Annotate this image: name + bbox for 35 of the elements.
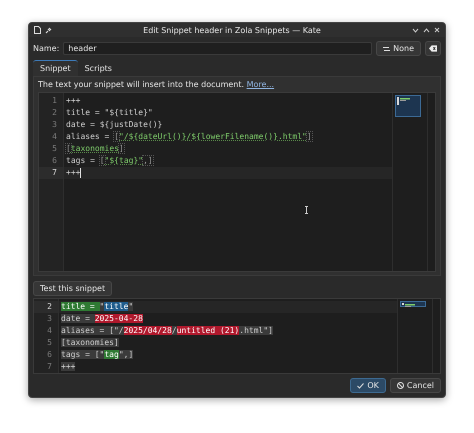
more-link[interactable]: More... [246, 80, 274, 89]
code-line: title = "${title}" [65, 107, 153, 119]
name-field[interactable]: header [63, 42, 372, 55]
hint-text: The text your snippet will insert into the document. More... [38, 79, 276, 91]
line-number: 1 [51, 95, 58, 107]
ok-button[interactable]: OK [350, 378, 386, 393]
code-line: date = 2025-04-28 [60, 313, 143, 325]
line-number: 3 [46, 313, 53, 325]
line-number: 7 [46, 361, 53, 373]
line-number: 2 [51, 107, 58, 119]
line-number: 5 [46, 337, 53, 349]
line-number: 7 [39, 167, 63, 179]
code-line: +++ [65, 167, 82, 179]
code-line: [taxonomies] [65, 143, 124, 155]
line-number: 2 [34, 301, 58, 313]
code-line: title = "title" [60, 301, 134, 313]
name-label: Name: [33, 44, 60, 53]
code-line: date = ${justDate()} [65, 119, 162, 131]
tab[interactable]: Snippet [33, 60, 78, 76]
test-snippet-button[interactable]: Test this snippet [33, 281, 112, 296]
tab[interactable]: Scripts [78, 60, 119, 76]
line-number: 4 [46, 325, 53, 337]
line-number: 3 [51, 119, 58, 131]
line-number: 6 [46, 349, 53, 361]
code-line: tags = ["tag",] [60, 349, 134, 361]
line-number: 5 [51, 143, 58, 155]
code-line: aliases = ["/${dateUrl()}/${lowerFilename()}.html"] [65, 131, 312, 143]
window-title: Edit Snippet header in Zola Snippets — Kate [142, 26, 322, 34]
line-number: 4 [51, 131, 58, 143]
shortcut-button[interactable]: None [376, 41, 421, 56]
cancel-button[interactable]: Cancel [390, 378, 441, 393]
code-line: aliases = ["/2025/04/28/untitled (21).html"] [60, 325, 273, 337]
code-line: tags = ["${tag}",] [65, 155, 153, 167]
line-number: 6 [51, 155, 58, 167]
code-line: +++ [65, 95, 80, 107]
